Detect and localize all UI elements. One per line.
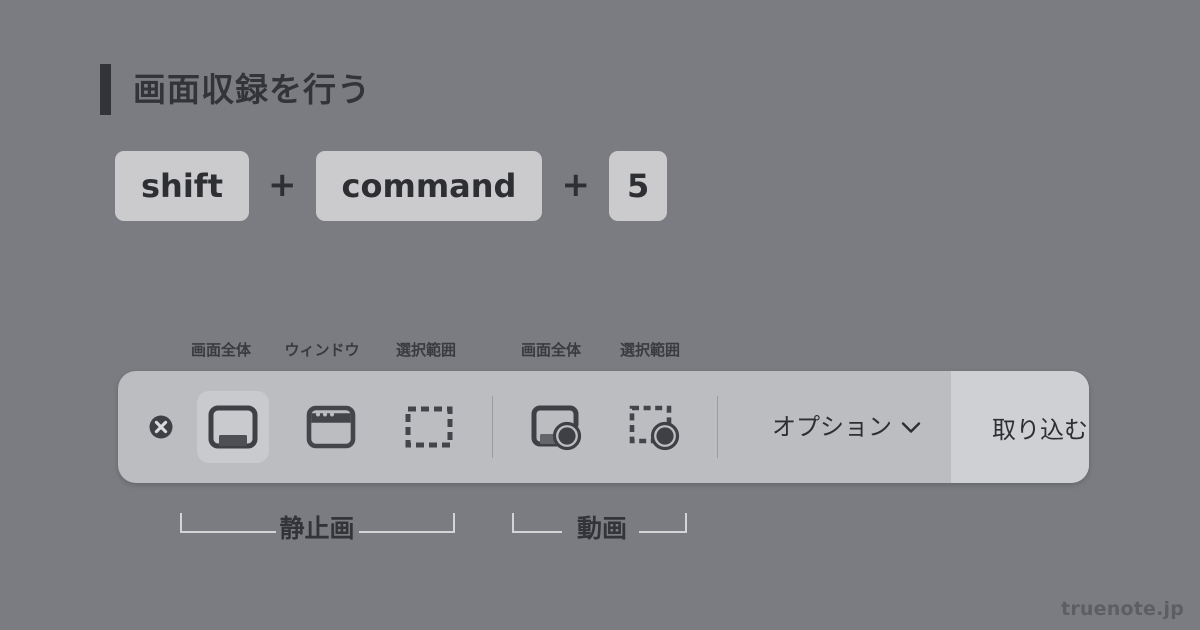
close-button[interactable] xyxy=(138,414,184,440)
toolbar-divider-1 xyxy=(492,396,493,458)
window-icon xyxy=(306,405,356,449)
selection-icon xyxy=(405,406,453,448)
screen-icon xyxy=(208,405,258,449)
keyboard-shortcut: shift + command + 5 xyxy=(115,151,668,221)
watermark: truenote.jp xyxy=(1061,598,1184,620)
plus-separator-1: + xyxy=(268,164,297,205)
selection-record-icon xyxy=(629,405,680,451)
tool-capture-entire-screen[interactable] xyxy=(197,391,269,463)
close-icon xyxy=(149,415,173,439)
tool-record-entire-screen[interactable] xyxy=(520,391,592,463)
screen-record-icon xyxy=(531,405,582,451)
bracket-still-image: 静止画 xyxy=(180,505,455,555)
page-header: 画面収録を行う xyxy=(100,64,371,115)
annotation-record-selection: 選択範囲 xyxy=(619,341,681,359)
title-accent-bar xyxy=(100,64,111,115)
toolbar-divider-2 xyxy=(717,396,718,458)
key-command: command xyxy=(315,151,543,221)
annotation-capture-selection: 選択範囲 xyxy=(395,341,457,359)
key-shift: shift xyxy=(115,151,250,221)
tool-annotations: 画面全体 ウィンドウ 選択範囲 画面全体 選択範囲 xyxy=(0,343,1200,365)
capture-button-label: 取り込む xyxy=(992,415,1088,444)
page-title: 画面収録を行う xyxy=(133,70,371,109)
tool-capture-selection[interactable] xyxy=(393,391,465,463)
bracket-label-still-image: 静止画 xyxy=(279,514,355,543)
tool-capture-window[interactable] xyxy=(295,391,367,463)
tool-record-selection[interactable] xyxy=(618,391,690,463)
annotation-capture-entire-screen: 画面全体 xyxy=(190,341,252,359)
bracket-label-video: 動画 xyxy=(576,514,628,543)
annotation-record-entire-screen: 画面全体 xyxy=(520,341,582,359)
options-label: オプション xyxy=(772,413,892,441)
capture-button[interactable]: 取り込む xyxy=(951,371,1089,483)
key-5: 5 xyxy=(608,151,668,221)
annotation-capture-window: ウィンドウ xyxy=(284,341,360,359)
group-brackets: 静止画 動画 xyxy=(0,505,1200,565)
options-button[interactable]: オプション xyxy=(742,371,951,483)
chevron-down-icon xyxy=(901,421,921,434)
screenshot-toolbar: オプション 取り込む xyxy=(118,371,1089,483)
toolbar-tools-area: オプション xyxy=(118,371,951,483)
plus-separator-2: + xyxy=(561,164,590,205)
bracket-video: 動画 xyxy=(512,505,687,555)
